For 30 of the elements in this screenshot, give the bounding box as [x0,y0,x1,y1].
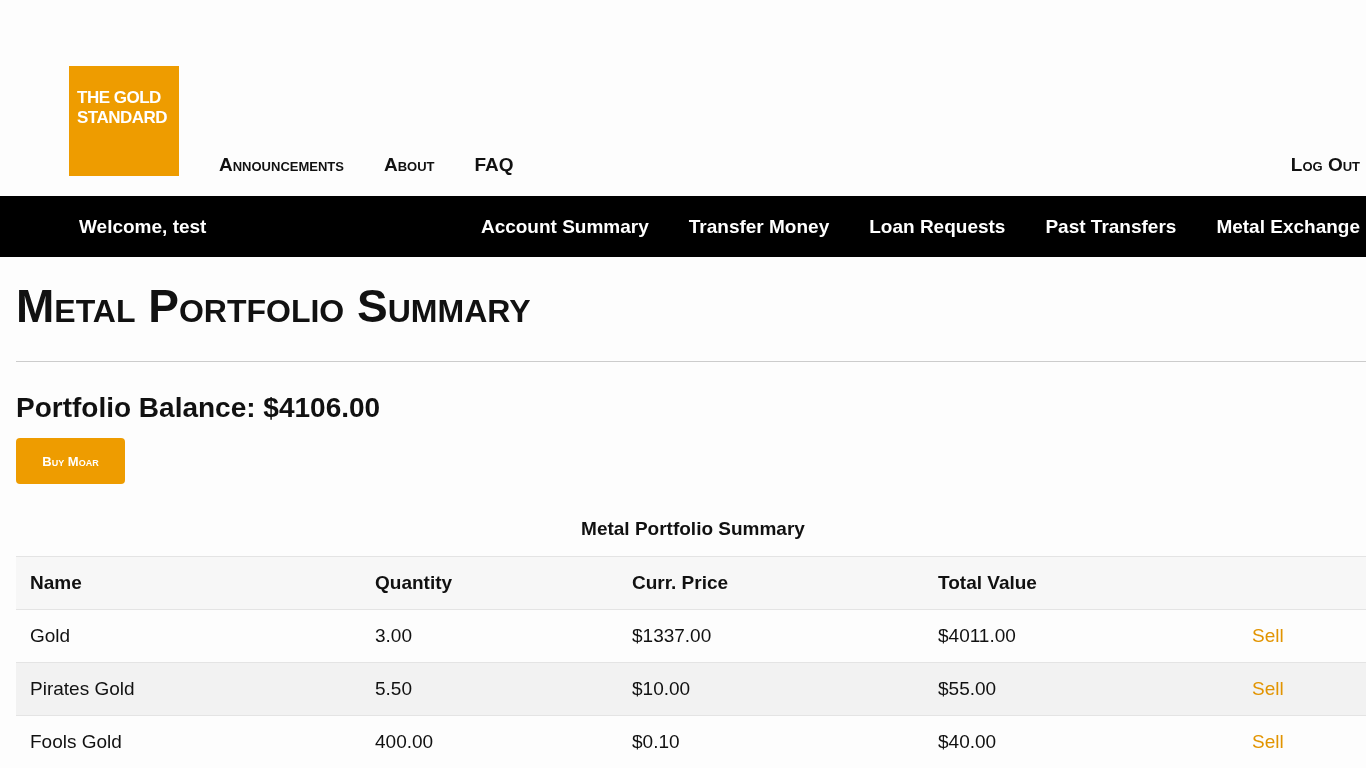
logout-link[interactable]: Log Out [1290,154,1360,176]
portfolio-balance: Portfolio Balance: $4106.00 [16,392,382,424]
table-cell-text: $1337.00 [632,625,713,647]
table-cell-text: Gold [30,625,72,647]
nav-link[interactable]: About [383,154,435,176]
table-cell-text: $0.10 [632,731,681,753]
column-header: Curr. Price [632,572,730,594]
nav-link[interactable]: Transfer Money [688,215,830,238]
nav-link[interactable]: Metal Exchange [1216,215,1360,238]
table-caption: Metal Portfolio Summary [580,518,806,540]
table-cell-text: 5.50 [375,678,413,700]
table-cell-text: $40.00 [938,731,998,753]
table-cell-text: 3.00 [375,625,413,647]
column-header: Quantity [375,572,454,594]
nav-link[interactable]: Past Transfers [1045,215,1177,238]
table-cell-text: 400.00 [375,731,435,753]
table-cell-text: $10.00 [632,678,692,700]
column-header: Total Value [938,572,1038,594]
page-title: Metal Portfolio Summary [16,279,532,333]
table-cell-text: Fools Gold [30,731,123,753]
welcome-text: Welcome, test [79,215,208,238]
nav-link[interactable]: Announcements [219,154,344,176]
column-header: Name [30,572,83,594]
nav-link[interactable]: FAQ [474,154,514,176]
nav-link[interactable]: Account Summary [480,215,649,238]
table-cell-text: $55.00 [938,678,998,700]
table-cell-text: Pirates Gold [30,678,136,700]
nav-link[interactable]: Loan Requests [869,215,1006,238]
table-cell-text: $4011.00 [938,625,1017,647]
logo-text: THE GOLD STANDARD [77,88,169,128]
